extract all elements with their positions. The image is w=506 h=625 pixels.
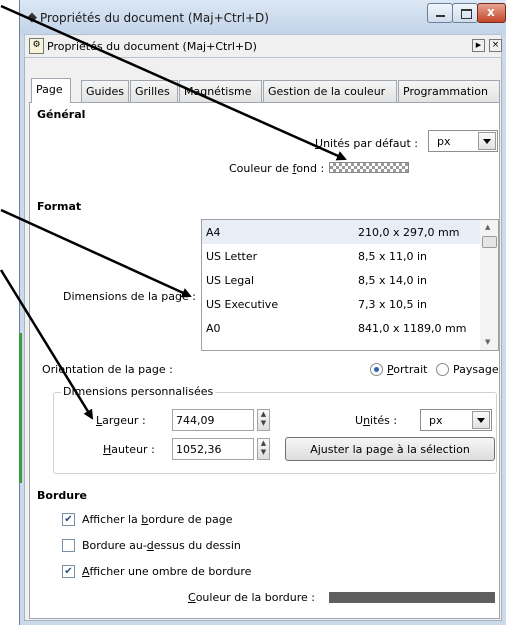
- annotation-arrows: [0, 4, 347, 420]
- arrow-to-page-size-list: [0, 208, 192, 298]
- arrow-to-background-color: [0, 4, 347, 161]
- arrow-to-width-field: [0, 269, 94, 420]
